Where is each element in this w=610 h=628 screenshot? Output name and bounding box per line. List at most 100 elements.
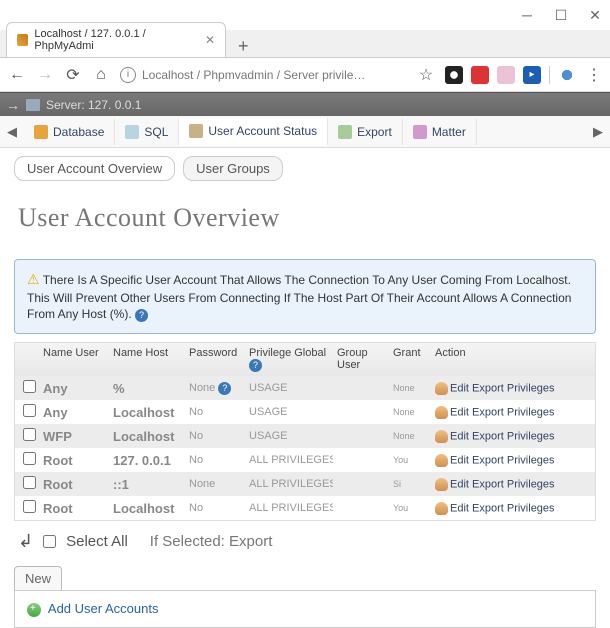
row-action-link[interactable]: Edit Export Privileges [450,406,555,418]
table-row: Root::1NoneALL PRIVILEGESSiEdit Export P… [15,472,595,496]
new-badge: New [14,566,62,590]
tab-close-icon[interactable]: ✕ [205,33,215,47]
profile-icon[interactable] [558,66,576,84]
matter-icon [413,125,427,139]
extension-icon[interactable]: ▸ [523,66,541,84]
browser-tab[interactable]: Localhost / 127. 0.0.1 / PhpMyAdmi ✕ [6,22,226,57]
cell-group [333,384,389,392]
forward-icon[interactable]: → [36,66,54,84]
edit-user-icon[interactable] [435,430,448,443]
cell-privilege: USAGE [245,378,333,398]
col-privilege[interactable]: Privilege Global ? [245,343,333,376]
row-checkbox[interactable] [23,452,36,465]
subtabs: User Account Overview User Groups [0,148,610,189]
cell-grant: None [389,379,431,397]
edit-user-icon[interactable] [435,454,448,467]
row-checkbox[interactable] [23,500,36,513]
star-icon[interactable]: ☆ [417,66,435,84]
cell-password: None [185,474,245,494]
table-header: Name User Name Host Password Privilege G… [15,343,595,376]
new-tab-button[interactable]: + [232,36,255,57]
row-action-link[interactable]: Edit Export Privileges [450,502,555,514]
export-icon [338,125,352,139]
cell-user: Any [39,377,109,400]
cell-password: No [185,450,245,470]
maximize-icon[interactable]: ☐ [554,8,568,22]
cell-privilege: ALL PRIVILEGES [245,450,333,470]
col-group[interactable]: Group User [333,343,389,376]
cell-user: Root [39,473,109,496]
col-password[interactable]: Password [185,343,245,376]
table-row: Any%None ?USAGENoneEdit Export Privilege… [15,376,595,400]
select-all-checkbox[interactable] [43,535,56,548]
cell-actions: Edit Export Privileges [431,426,581,447]
cell-privilege: ALL PRIVILEGES [245,474,333,494]
cell-host: 127. 0.0.1 [109,449,185,472]
add-user-box: Add User Accounts [14,590,596,628]
edit-user-icon[interactable] [435,382,448,395]
row-action-link[interactable]: Edit Export Privileges [450,382,555,394]
site-info-icon[interactable]: i [120,67,136,83]
toolbar-prev-icon[interactable]: ◀ [0,124,24,140]
cell-actions: Edit Export Privileges [431,378,581,399]
col-grant[interactable]: Grant [389,343,431,376]
cell-grant: You [389,499,431,517]
subtab-groups[interactable]: User Groups [183,156,283,181]
edit-user-icon[interactable] [435,406,448,419]
notice-text: There Is A Specific User Account That Al… [27,273,571,321]
url-bar[interactable]: i Localhost / Phpmvadmin / Server privil… [120,67,407,83]
col-user[interactable]: Name User [39,343,109,376]
menu-icon[interactable]: ⋮ [586,65,602,85]
tab-sql[interactable]: SQL [115,119,179,145]
close-icon[interactable]: ✕ [588,8,602,22]
extension-icon[interactable] [445,66,463,84]
minimize-icon[interactable]: ─ [520,8,534,22]
home-icon[interactable]: ⌂ [92,66,110,84]
row-action-link[interactable]: Edit Export Privileges [450,430,555,442]
help-icon[interactable]: ? [249,359,262,372]
database-icon [34,125,48,139]
help-icon[interactable]: ? [135,309,148,322]
add-user-link[interactable]: Add User Accounts [48,601,159,616]
select-all-label[interactable]: Select All [66,533,128,550]
row-action-link[interactable]: Edit Export Privileges [450,454,555,466]
extension-icon[interactable] [471,66,489,84]
col-action: Action [431,343,581,376]
cell-actions: Edit Export Privileges [431,450,581,471]
table-row: AnyLocalhostNoUSAGENoneEdit Export Privi… [15,400,595,424]
browser-tabbar: Localhost / 127. 0.0.1 / PhpMyAdmi ✕ + [0,30,610,58]
table-row: WFPLocalhostNoUSAGENoneEdit Export Privi… [15,424,595,448]
row-checkbox[interactable] [23,380,36,393]
row-checkbox[interactable] [23,476,36,489]
cell-grant: Si [389,475,431,493]
toolbar-next-icon[interactable]: ▶ [586,124,610,140]
col-host[interactable]: Name Host [109,343,185,376]
cell-group [333,456,389,464]
cell-privilege: USAGE [245,426,333,446]
cell-actions: Edit Export Privileges [431,498,581,519]
tab-matter[interactable]: Matter [403,119,477,145]
cell-privilege: ALL PRIVILEGES [245,498,333,518]
if-selected-label[interactable]: If Selected: Export [150,533,273,550]
help-icon[interactable]: ? [218,382,231,395]
cell-actions: Edit Export Privileges [431,402,581,423]
cell-password: No [185,402,245,422]
back-icon[interactable]: ← [8,66,26,84]
user-icon [189,124,203,138]
row-checkbox[interactable] [23,404,36,417]
cell-group [333,504,389,512]
subtab-overview[interactable]: User Account Overview [14,156,175,181]
cell-password: No [185,426,245,446]
row-checkbox[interactable] [23,428,36,441]
tab-database[interactable]: Database [24,119,115,145]
page-title: User Account Overview [0,189,610,253]
cell-password: None ? [185,378,245,399]
reload-icon[interactable]: ⟳ [64,66,82,84]
extension-icon[interactable] [497,66,515,84]
tab-user-accounts[interactable]: User Account Status [179,118,328,146]
edit-user-icon[interactable] [435,478,448,491]
tab-export[interactable]: Export [328,119,403,145]
collapse-icon[interactable]: → [6,97,20,113]
edit-user-icon[interactable] [435,502,448,515]
row-action-link[interactable]: Edit Export Privileges [450,478,555,490]
